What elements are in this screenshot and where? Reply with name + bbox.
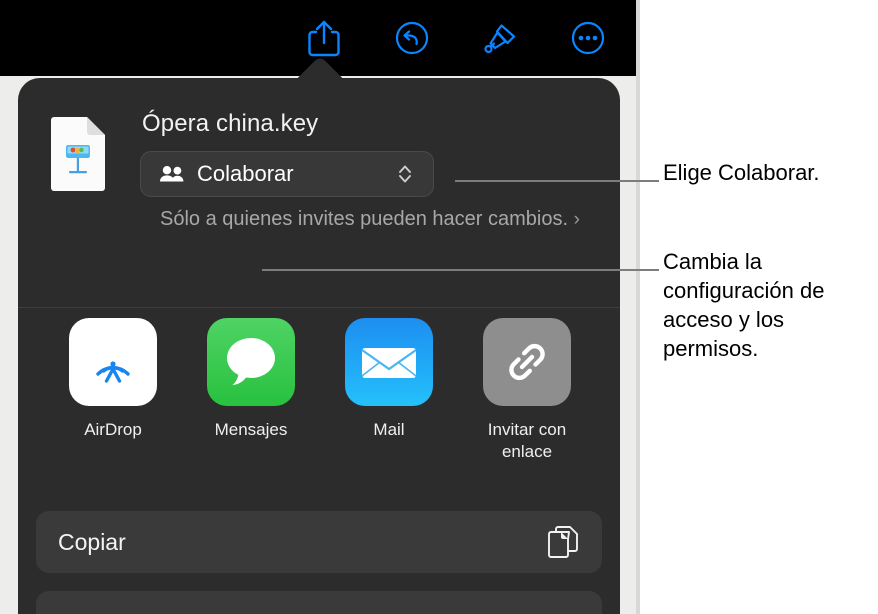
share-sheet-popover: Ópera china.key Colaborar Sólo a quienes… bbox=[18, 78, 620, 614]
callout-line-settings bbox=[262, 269, 659, 271]
collaborate-label: Colaborar bbox=[197, 161, 294, 186]
app-label: Mail bbox=[373, 420, 405, 439]
keynote-document-icon bbox=[49, 116, 107, 192]
chevron-right-icon[interactable]: › bbox=[574, 209, 580, 230]
popover-arrow bbox=[296, 56, 344, 82]
two-people-icon bbox=[159, 164, 185, 184]
airdrop-icon bbox=[69, 318, 157, 406]
action-label: Copiar bbox=[58, 528, 126, 555]
action-row-next[interactable] bbox=[36, 591, 602, 614]
app-label: Reco bbox=[605, 419, 620, 441]
action-row-copy[interactable]: Copiar bbox=[36, 511, 602, 573]
callout-line-collaborate bbox=[455, 180, 659, 182]
share-target-mail[interactable]: Mail bbox=[320, 318, 458, 488]
share-target-messages[interactable]: Mensajes bbox=[182, 318, 320, 488]
document-title: Ópera china.key bbox=[142, 110, 319, 137]
format-brush-icon[interactable] bbox=[480, 16, 520, 60]
mail-icon bbox=[345, 318, 433, 406]
screenshot-root: Ópera china.key Colaborar Sólo a quienes… bbox=[0, 0, 878, 614]
share-target-reminders[interactable]: Reco bbox=[596, 318, 620, 488]
duplicate-documents-icon bbox=[546, 525, 580, 559]
permissions-label: Sólo a quienes invites pueden hacer camb… bbox=[160, 208, 569, 230]
app-label: Invitar con enlace bbox=[487, 420, 567, 461]
device-edge bbox=[636, 0, 640, 614]
annotation-choose-collaborate: Elige Colaborar. bbox=[663, 160, 820, 185]
undo-icon[interactable] bbox=[392, 16, 432, 60]
share-target-invite-link[interactable]: Invitar con enlace bbox=[458, 318, 596, 488]
app-label: AirDrop bbox=[84, 420, 142, 439]
link-icon bbox=[483, 318, 571, 406]
collaborate-dropdown[interactable]: Colaborar bbox=[140, 151, 434, 197]
section-divider bbox=[18, 307, 620, 308]
annotation-change-settings: Cambia la configuración de acceso y los … bbox=[663, 249, 825, 361]
up-down-chevron-icon bbox=[397, 163, 413, 185]
share-icon[interactable] bbox=[304, 16, 344, 60]
toolbar-icon-group bbox=[304, 0, 630, 76]
share-sheet-header: Ópera china.key Colaborar Sólo a quienes… bbox=[18, 78, 620, 307]
app-label: Mensajes bbox=[214, 420, 288, 439]
permissions-text[interactable]: Sólo a quienes invites pueden hacer camb… bbox=[160, 206, 580, 233]
messages-icon bbox=[207, 318, 295, 406]
device-screen: Ópera china.key Colaborar Sólo a quienes… bbox=[0, 0, 640, 614]
share-target-airdrop[interactable]: AirDrop bbox=[44, 318, 182, 488]
share-apps-row: AirDrop Mensajes Mail Invitar con enlace bbox=[18, 318, 620, 488]
more-options-icon[interactable] bbox=[568, 16, 608, 60]
